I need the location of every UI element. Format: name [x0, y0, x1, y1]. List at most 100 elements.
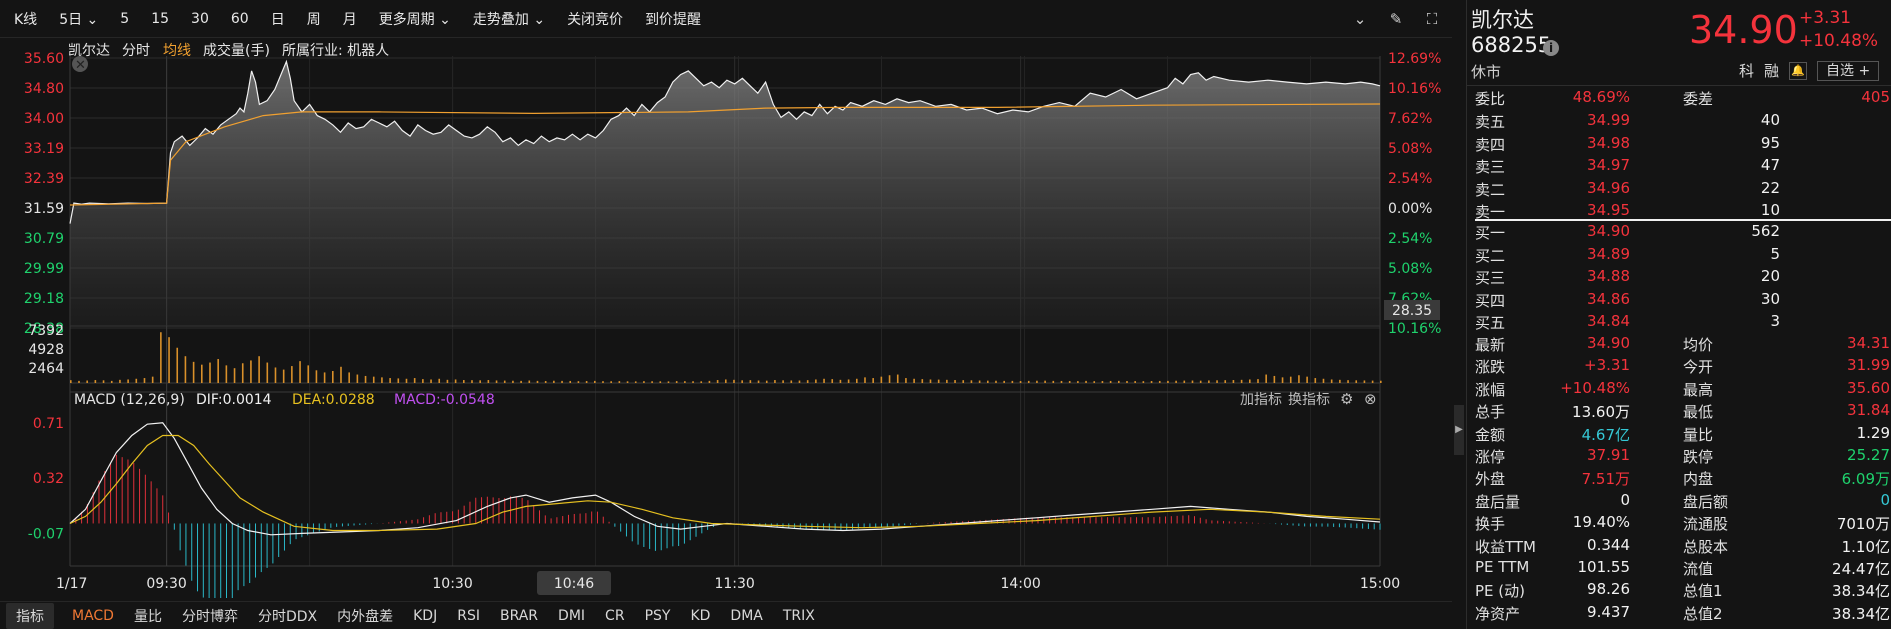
period-week[interactable]: 周: [307, 9, 321, 29]
volume-tick-label: 2464: [28, 361, 64, 377]
volume-bar: [544, 381, 547, 383]
bid-row[interactable]: 买一 34.90 562: [1475, 222, 1890, 244]
volume-bar: [1183, 380, 1186, 383]
bell-icon[interactable]: 🔔: [1789, 61, 1808, 80]
volume-bar: [1265, 374, 1267, 383]
period-30min[interactable]: 30: [191, 11, 209, 27]
volume-bar: [520, 380, 522, 383]
tab-intraday-game[interactable]: 分时博弈: [182, 606, 238, 626]
macd-title: MACD (12,26,9): [74, 392, 185, 408]
chart-svg[interactable]: 凯尔达 分时 均线 成交量(手) 所属行业: 机器人 35.60 12.69% 34…: [0, 38, 1454, 604]
ask-row[interactable]: 卖五 34.99 40: [1475, 111, 1890, 133]
tab-dmi[interactable]: DMI: [558, 608, 585, 624]
pen-draw-icon[interactable]: ✎: [1386, 9, 1406, 29]
price-alert-button[interactable]: 到价提醒: [645, 9, 701, 29]
stat-row: 盘后量 0 盘后额 0: [1475, 491, 1890, 513]
collapse-panel-handle[interactable]: ▶: [1454, 405, 1464, 455]
chevron-down-circle-icon[interactable]: ⌄: [1350, 9, 1370, 29]
volume-bar: [1289, 376, 1292, 383]
volume-bar: [1109, 380, 1112, 383]
volume-bar: [102, 380, 105, 383]
tab-trix[interactable]: TRIX: [783, 608, 815, 624]
tab-volume-ratio[interactable]: 量比: [134, 606, 162, 626]
stat-value: 1.10亿: [1841, 537, 1890, 556]
volume-bar: [413, 378, 416, 383]
time-tick-label: 10:30: [432, 576, 472, 592]
period-kline[interactable]: K线: [14, 9, 37, 29]
period-5min[interactable]: 5: [120, 11, 129, 27]
close-auction-button[interactable]: 关闭竞价: [567, 9, 623, 29]
period-month[interactable]: 月: [343, 9, 357, 29]
overlay-dropdown[interactable]: 走势叠加 ⌄: [473, 9, 545, 29]
macd-dif-line: [69, 422, 1381, 536]
stat-value: 98.26: [1587, 580, 1630, 599]
volume-bar: [643, 381, 645, 383]
volume-bar: [381, 377, 383, 383]
tab-kd[interactable]: KD: [690, 608, 710, 624]
tab-rsi[interactable]: RSI: [457, 608, 480, 624]
stat-value: 6.09万: [1841, 470, 1890, 489]
tab-inner-outer-diff[interactable]: 内外盘差: [337, 606, 393, 626]
more-periods-dropdown[interactable]: 更多周期 ⌄: [379, 9, 451, 29]
tab-dma[interactable]: DMA: [730, 608, 762, 624]
volume-bar: [888, 375, 891, 383]
orderbook-divider: [1475, 219, 1891, 221]
indicator-settings-icon[interactable]: ⚙: [1340, 390, 1353, 408]
volume-bar: [315, 370, 318, 383]
tab-kdj[interactable]: KDJ: [413, 608, 437, 624]
fullscreen-icon[interactable]: ⛶: [1422, 9, 1442, 29]
tab-psy[interactable]: PSY: [645, 608, 671, 624]
volume-bar: [1355, 380, 1358, 383]
add-indicator-button[interactable]: 加指标: [1240, 392, 1282, 408]
volume-bar: [1322, 378, 1325, 383]
period-15min[interactable]: 15: [151, 11, 169, 27]
tab-macd[interactable]: MACD: [72, 608, 114, 624]
price-tick-label: 35.60: [24, 51, 64, 67]
volume-bar: [1191, 380, 1194, 383]
ask-row[interactable]: 卖三 34.97 47: [1475, 156, 1890, 178]
stat-value: +10.48%: [1560, 378, 1630, 397]
volume-bar: [110, 380, 113, 383]
volume-bar: [765, 380, 768, 383]
ask-row[interactable]: 卖四 34.98 95: [1475, 134, 1890, 156]
stat-row: PE TTM 101.55 流值 24.47亿: [1475, 558, 1890, 580]
stat-label: 总手: [1475, 403, 1506, 422]
volume-bar: [1077, 381, 1079, 383]
bid-volume: 3: [1770, 312, 1780, 330]
volume-bar: [233, 368, 236, 383]
volume-bar: [176, 347, 179, 383]
volume-bar: [741, 380, 743, 383]
tab-brar[interactable]: BRAR: [500, 608, 538, 624]
market-status: 休市: [1471, 63, 1502, 81]
price-tick-label: 33.19: [24, 141, 64, 157]
volume-bar: [733, 379, 735, 383]
stat-row: 收益TTM 0.344 总股本 1.10亿: [1475, 536, 1890, 558]
period-60min[interactable]: 60: [231, 11, 249, 27]
volume-bar: [274, 367, 277, 383]
period-day[interactable]: 日: [271, 9, 285, 29]
info-icon[interactable]: i: [1543, 40, 1559, 56]
volume-bar: [757, 380, 760, 383]
bid-row[interactable]: 买三 34.88 20: [1475, 267, 1890, 289]
tab-ddx[interactable]: 分时DDX: [258, 606, 317, 626]
bid-row[interactable]: 买四 34.86 30: [1475, 290, 1890, 312]
volume-bar: [1306, 376, 1308, 383]
volume-bar: [1003, 380, 1005, 383]
tab-indicator[interactable]: 指标: [6, 602, 54, 629]
bid-row[interactable]: 买二 34.89 5: [1475, 245, 1890, 267]
indicator-close-icon[interactable]: ⊗: [1364, 390, 1377, 408]
ask-row[interactable]: 卖二 34.96 22: [1475, 179, 1890, 201]
stat-label: 涨幅: [1475, 380, 1506, 399]
volume-bar: [634, 381, 637, 383]
add-watchlist-button[interactable]: 自选 +: [1817, 60, 1880, 81]
volume-bar: [651, 381, 653, 383]
volume-bar: [708, 380, 711, 383]
switch-indicator-button[interactable]: 换指标: [1288, 391, 1330, 408]
period-5day[interactable]: 5日 ⌄: [59, 9, 98, 29]
ask-price: 34.98: [1587, 133, 1630, 152]
intraday-chart[interactable]: 凯尔达 分时 均线 成交量(手) 所属行业: 机器人 35.60 12.69% 34…: [0, 38, 1454, 604]
bid-label: 买五: [1475, 314, 1506, 332]
volume-bar: [782, 380, 784, 383]
bid-row[interactable]: 买五 34.84 3: [1475, 312, 1890, 334]
tab-cr[interactable]: CR: [605, 608, 625, 624]
